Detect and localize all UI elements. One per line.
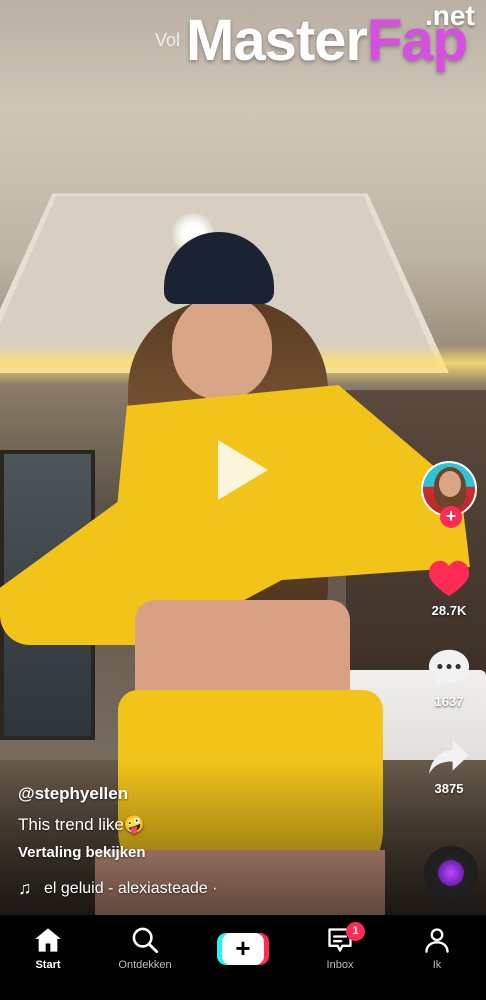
video-caption: This trend like🤪: [18, 815, 145, 834]
nav-label-inbox: Inbox: [326, 959, 354, 971]
share-icon: [429, 739, 469, 775]
follow-button[interactable]: +: [440, 506, 462, 528]
plus-icon: +: [222, 933, 264, 965]
avatar-face: [439, 471, 461, 497]
site-watermark: Vol MasterFap .net: [0, 0, 486, 90]
nav-label-ontdekken: Ontdekken: [118, 959, 172, 971]
watermark-overlay-text: Vol: [155, 30, 181, 50]
music-disc-icon[interactable]: [424, 846, 478, 900]
nav-item-ik[interactable]: Ik: [397, 925, 477, 971]
heart-icon: [428, 560, 470, 597]
like-count: 28.7K: [431, 603, 467, 618]
home-icon: [35, 928, 61, 952]
share-count: 3875: [434, 781, 464, 796]
nav-label-start: Start: [35, 959, 61, 971]
search-icon: [132, 927, 159, 954]
comment-button[interactable]: 1637: [419, 647, 479, 709]
inbox-badge: 1: [346, 922, 365, 941]
nav-label-ik: Ik: [432, 959, 442, 971]
nav-item-ontdekken[interactable]: Ontdekken: [105, 925, 185, 971]
profile-icon: [425, 928, 449, 953]
creator-username[interactable]: @stephyellen: [18, 784, 128, 804]
nav-item-inbox[interactable]: Inbox: [300, 925, 380, 971]
share-button[interactable]: 3875: [419, 738, 479, 796]
bottom-navigation: Start Ontdekken + Inbox 1 Ik: [0, 915, 486, 1000]
nav-item-start[interactable]: Start: [8, 925, 88, 971]
sound-ticker[interactable]: ♫ el geluid - alexiasteade ·: [18, 878, 248, 900]
play-icon[interactable]: [218, 440, 268, 500]
watermark-brand-net: .net: [425, 0, 475, 31]
comment-icon: [428, 649, 470, 688]
translate-link[interactable]: Vertaling bekijken: [18, 844, 146, 861]
person-face: [172, 295, 272, 400]
sound-label: el geluid - alexiasteade ·: [44, 880, 218, 897]
like-button[interactable]: 28.7K: [419, 558, 479, 618]
watermark-brand-master: Master: [186, 8, 368, 73]
create-button[interactable]: +: [217, 933, 269, 965]
music-note-icon: ♫: [18, 878, 32, 898]
comment-count: 1637: [434, 694, 464, 709]
